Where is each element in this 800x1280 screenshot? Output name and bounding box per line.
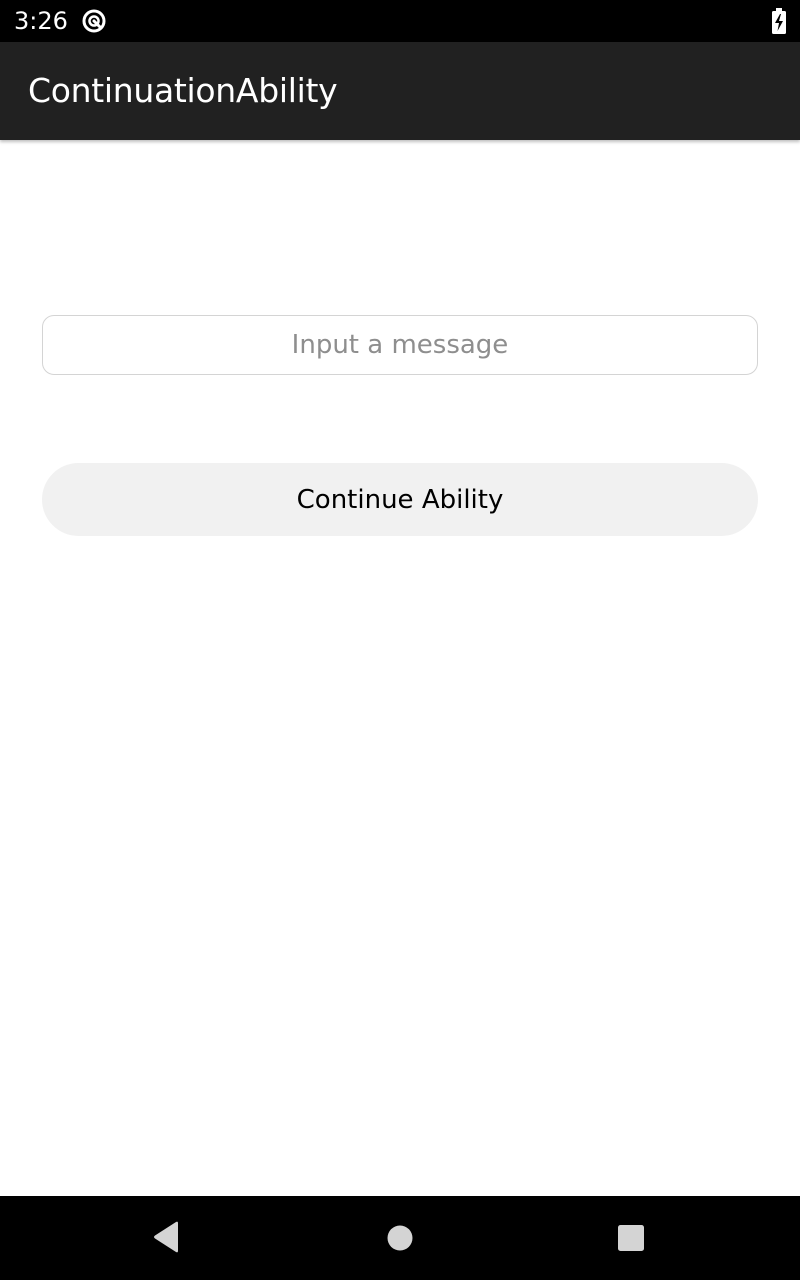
app-bar: ContinuationAbility [0, 42, 800, 140]
status-time: 3:26 [14, 7, 68, 35]
navigation-bar [0, 1196, 800, 1280]
status-bar: 3:26 [0, 0, 800, 42]
home-icon[interactable] [387, 1225, 413, 1251]
battery-charging-icon [772, 8, 786, 34]
recents-icon[interactable] [618, 1225, 644, 1251]
screen: 3:26 ContinuationAbility Continue Abilit… [0, 0, 800, 1280]
app-title: ContinuationAbility [28, 71, 338, 110]
back-icon[interactable] [151, 1220, 181, 1254]
notification-icon [82, 9, 106, 33]
message-input[interactable] [42, 315, 758, 375]
continue-ability-button[interactable]: Continue Ability [42, 463, 758, 536]
continue-ability-button-label: Continue Ability [296, 484, 504, 515]
